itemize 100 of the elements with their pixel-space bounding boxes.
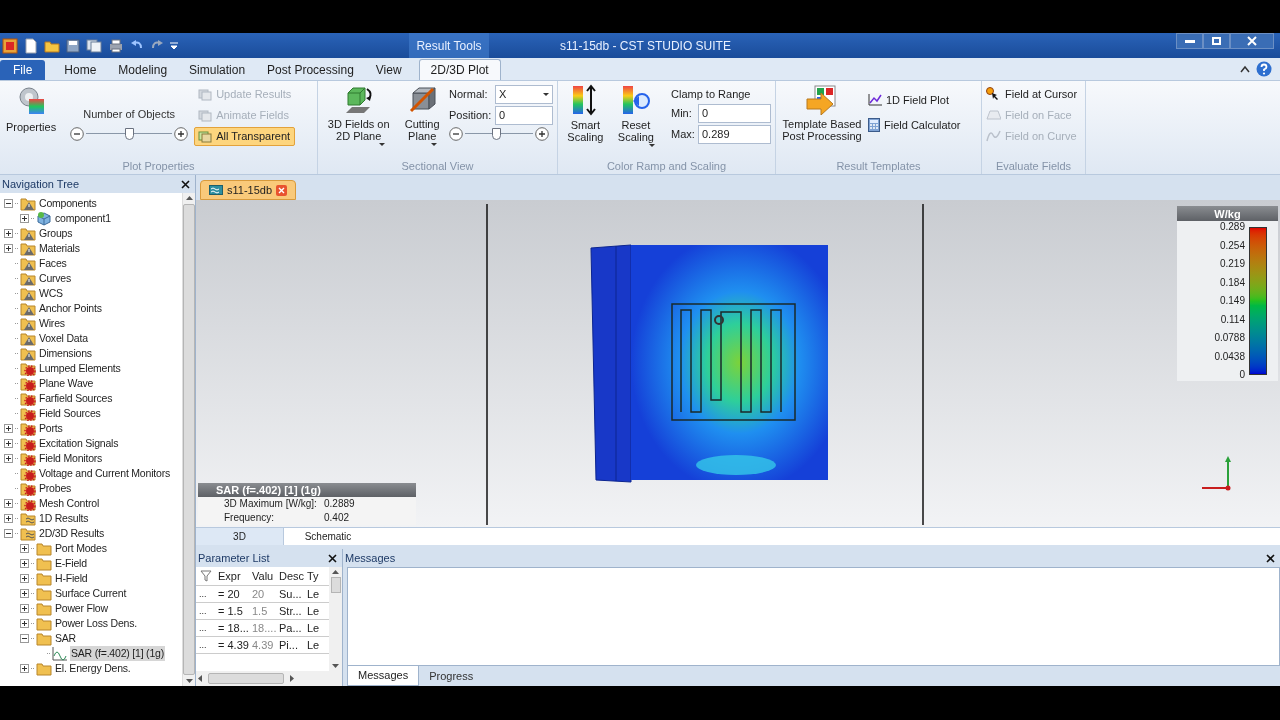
- expand-icon[interactable]: [20, 574, 29, 583]
- slider-track[interactable]: [465, 127, 533, 141]
- tree-item[interactable]: Components: [38, 195, 98, 212]
- ribbon-button[interactable]: Field Calculator: [868, 116, 961, 133]
- tree-item[interactable]: Power Loss Dens.: [54, 615, 138, 632]
- zoom-out-icon[interactable]: [70, 126, 85, 141]
- tree-item[interactable]: Voltage and Current Monitors: [38, 465, 171, 482]
- expand-icon[interactable]: [4, 244, 13, 253]
- ribbon-tab[interactable]: View: [364, 59, 413, 80]
- expand-icon[interactable]: [4, 229, 13, 238]
- save-icon[interactable]: [66, 38, 80, 53]
- ribbon-button[interactable]: Reset Scaling: [612, 84, 659, 147]
- expand-icon[interactable]: [20, 619, 29, 628]
- filter-icon[interactable]: [200, 570, 212, 582]
- tree-item[interactable]: Dimensions: [38, 345, 93, 362]
- tree-item[interactable]: Mesh Control: [38, 495, 101, 512]
- zoom-in-icon[interactable]: [535, 127, 549, 141]
- slider-thumb[interactable]: [125, 127, 135, 140]
- collapse-icon[interactable]: [4, 529, 13, 538]
- ribbon-tab[interactable]: 2D/3D Plot: [418, 59, 501, 80]
- tree-item[interactable]: WCS: [38, 285, 64, 302]
- copy-icon[interactable]: [86, 38, 102, 53]
- tree-item[interactable]: Excitation Signals: [38, 435, 120, 452]
- tree-item[interactable]: Curves: [38, 270, 73, 287]
- tree-item[interactable]: SAR (f=.402) [1] (1g): [70, 645, 165, 662]
- tree-item[interactable]: Power Flow: [54, 600, 109, 617]
- print-icon[interactable]: [108, 38, 124, 53]
- ribbon-tab[interactable]: Post Processing: [256, 59, 365, 80]
- minimize-button[interactable]: [1176, 33, 1203, 49]
- tree-item[interactable]: Field Sources: [38, 405, 102, 422]
- expand-icon[interactable]: [20, 589, 29, 598]
- tree-item[interactable]: Ports: [38, 420, 64, 437]
- tree-item[interactable]: component1: [54, 210, 112, 227]
- normal-dropdown[interactable]: X: [495, 85, 553, 104]
- scroll-down-icon[interactable]: [332, 664, 339, 668]
- tree-item[interactable]: SAR: [54, 630, 77, 647]
- expand-icon[interactable]: [20, 664, 29, 673]
- restore-button[interactable]: [1203, 33, 1230, 49]
- zoom-out-icon[interactable]: [449, 127, 463, 141]
- sheet-tab[interactable]: 3D: [196, 528, 284, 545]
- collapse-ribbon-icon[interactable]: [1240, 65, 1250, 73]
- close-icon[interactable]: [328, 553, 337, 563]
- expand-icon[interactable]: [4, 439, 13, 448]
- tree-item[interactable]: Port Modes: [54, 540, 108, 557]
- column-header[interactable]: Desc: [279, 567, 307, 585]
- help-icon[interactable]: [1256, 61, 1272, 77]
- expand-icon[interactable]: [4, 499, 13, 508]
- tree-item[interactable]: Groups: [38, 225, 74, 242]
- tree-item[interactable]: H-Field: [54, 570, 89, 587]
- ribbon-button[interactable]: Template Based Post Processing: [780, 84, 864, 142]
- ribbon-button[interactable]: Smart Scaling: [562, 84, 609, 143]
- ribbon-button[interactable]: Field at Cursor: [986, 85, 1078, 103]
- ribbon-button[interactable]: Properties: [4, 86, 59, 133]
- panel-tab[interactable]: Progress: [419, 666, 484, 686]
- app-icon[interactable]: [2, 37, 18, 54]
- scrollbar-thumb[interactable]: [330, 577, 341, 593]
- position-field[interactable]: 0: [495, 106, 553, 125]
- tree-item[interactable]: Probes: [38, 480, 73, 497]
- tree-item[interactable]: 1D Results: [38, 510, 90, 527]
- ribbon-button[interactable]: 3D Fields on 2D Plane: [322, 84, 396, 146]
- expand-icon[interactable]: [4, 424, 13, 433]
- close-icon[interactable]: [181, 179, 190, 189]
- close-button[interactable]: [1230, 33, 1274, 49]
- scrollbar-thumb[interactable]: [208, 673, 284, 684]
- tree-item[interactable]: 2D/3D Results: [38, 525, 106, 542]
- new-file-icon[interactable]: [24, 37, 38, 54]
- ribbon-tab[interactable]: Modeling: [107, 59, 179, 80]
- scroll-up-icon[interactable]: [185, 196, 193, 200]
- ribbon-tab[interactable]: Home: [53, 59, 108, 80]
- tree-item[interactable]: Voxel Data: [38, 330, 89, 347]
- scroll-up-icon[interactable]: [332, 570, 339, 574]
- close-icon[interactable]: [1266, 553, 1275, 563]
- tree-item[interactable]: Farfield Sources: [38, 390, 114, 407]
- tree-item[interactable]: Anchor Points: [38, 300, 103, 317]
- tree-item[interactable]: Wires: [38, 315, 66, 332]
- column-header[interactable]: Valu: [252, 567, 279, 585]
- expand-icon[interactable]: [20, 214, 29, 223]
- tree-item[interactable]: Surface Current: [54, 585, 128, 602]
- scroll-right-icon[interactable]: [290, 675, 294, 682]
- collapse-icon[interactable]: [4, 199, 13, 208]
- min-field[interactable]: 0: [698, 104, 771, 123]
- expand-icon[interactable]: [20, 544, 29, 553]
- scroll-down-icon[interactable]: [185, 679, 193, 683]
- column-header[interactable]: Expr: [218, 567, 252, 585]
- dropdown-arrow-icon[interactable]: [170, 41, 178, 50]
- zoom-in-icon[interactable]: [174, 126, 189, 141]
- max-field[interactable]: 0.289: [698, 125, 771, 144]
- tree-item[interactable]: E-Field: [54, 555, 88, 572]
- expand-icon[interactable]: [4, 454, 13, 463]
- tree-item[interactable]: Plane Wave: [38, 375, 95, 392]
- ribbon-tab[interactable]: Simulation: [178, 59, 257, 80]
- tree-item[interactable]: Lumped Elements: [38, 360, 122, 377]
- document-tab[interactable]: s11-15db: [200, 180, 297, 200]
- expand-icon[interactable]: [20, 559, 29, 568]
- ribbon-button[interactable]: Cutting Plane: [399, 84, 445, 146]
- column-header[interactable]: Ty: [307, 567, 327, 585]
- scrollbar-thumb[interactable]: [183, 204, 195, 675]
- tree-item[interactable]: El. Energy Dens.: [54, 660, 132, 677]
- panel-tab[interactable]: Messages: [347, 666, 420, 686]
- ribbon-toggle[interactable]: All Transparent: [194, 127, 296, 146]
